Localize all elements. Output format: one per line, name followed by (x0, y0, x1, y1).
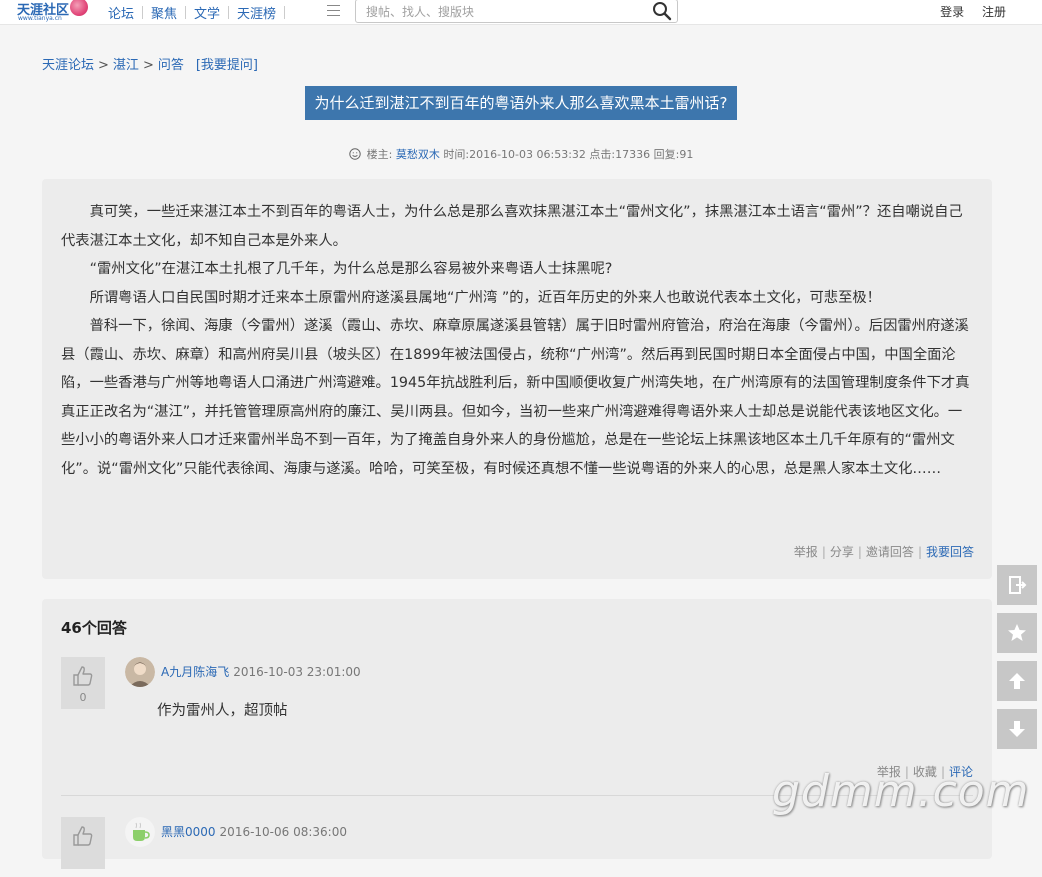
answer-time: 2016-10-06 08:36:00 (219, 825, 347, 839)
nav-ranking[interactable]: 天涯榜 (229, 3, 284, 22)
reply-count: 91 (679, 148, 694, 161)
favorite-button[interactable] (997, 613, 1037, 653)
vote-count: 0 (79, 691, 87, 704)
post-paragraph: 所谓粤语人口自民国时期才迁来本土原雷州府遂溪县属地“广州湾 ”的，近百年历史的外… (89, 289, 881, 306)
exit-button[interactable] (997, 565, 1037, 605)
breadcrumb-separator: > (142, 58, 154, 73)
top-bar: 天涯社区 www.tianya.cn 论坛 聚焦 文学 天涯榜 登录 注册 (0, 0, 1042, 25)
breadcrumb-forum[interactable]: 天涯论坛 (42, 58, 94, 73)
click-count: 17336 (615, 148, 651, 161)
search-input[interactable] (364, 3, 648, 21)
post-actions: 举报 | 分享 | 邀请回答 | 我要回答 (793, 545, 974, 559)
answer-username[interactable]: 黑黑0000 (161, 825, 216, 839)
replies-label: 回复: (653, 148, 680, 161)
answers-section: 46个回答 0 A九月陈海飞 2016-10-03 23:01:00 作为雷州人，… (42, 599, 992, 869)
invite-answer-link[interactable]: 邀请回答 (866, 545, 914, 559)
thumbs-up-icon (73, 826, 93, 846)
share-link[interactable]: 分享 (830, 545, 854, 559)
login-link[interactable]: 登录 (940, 5, 964, 19)
page-title: 为什么迁到湛江不到百年的粤语外来人那么喜欢黑本土雷州话? (304, 86, 738, 120)
answer-text: 作为雷州人，超顶帖 (157, 703, 288, 719)
scroll-top-button[interactable] (997, 661, 1037, 701)
star-icon (1008, 624, 1026, 641)
question-post: 真可笑，一些迁来湛江本土不到百年的粤语人士，为什么总是那么喜欢抹黑湛江本土“雷州… (42, 179, 992, 579)
answer-time: 2016-10-03 23:01:00 (233, 665, 361, 679)
register-link[interactable]: 注册 (982, 5, 1006, 19)
answer-item: 黑黑0000 2016-10-06 08:36:00 (61, 817, 973, 877)
clicks-label: 点击: (589, 148, 616, 161)
post-time: 2016-10-03 06:53:32 (469, 148, 586, 161)
post-body: 真可笑，一些迁来湛江本土不到百年的粤语人士，为什么总是那么喜欢抹黑湛江本土“雷州… (61, 198, 975, 483)
smiley-icon (348, 148, 361, 160)
nav-divider (284, 5, 286, 19)
post-paragraph: 普科一下，徐闻、海康（今雷州）遂溪（霞山、赤坎、麻章原属遂溪县管辖）属于旧时雷州… (61, 318, 970, 477)
account-links: 登录 注册 (926, 3, 1006, 20)
logo-sub: www.tianya.cn (18, 15, 62, 22)
menu-icon[interactable] (327, 5, 340, 17)
search-box (355, 0, 678, 23)
arrow-up-icon (1009, 673, 1025, 689)
time-label: 时间: (443, 148, 470, 161)
main-nav: 论坛 聚焦 文学 天涯榜 (100, 0, 286, 24)
watermark: gdmm.com (772, 766, 1030, 817)
post-paragraph: “雷州文化”在湛江本土扎根了几千年，为什么总是那么容易被外来粤语人士抹黑呢? (89, 261, 613, 277)
thumbs-up-icon (73, 666, 93, 686)
post-paragraph: 真可笑，一些迁来湛江本土不到百年的粤语人士，为什么总是那么喜欢抹黑湛江本土“雷州… (61, 204, 963, 249)
report-link[interactable]: 举报 (794, 545, 818, 559)
avatar[interactable] (125, 657, 155, 687)
author-link[interactable]: 莫愁双木 (396, 148, 440, 161)
answer-link[interactable]: 我要回答 (926, 545, 974, 559)
post-meta: 楼主: 莫愁双木 时间:2016-10-03 06:53:32 点击:17336… (0, 146, 1042, 162)
breadcrumb: 天涯论坛 > 湛江 > 问答 [我要提问] (42, 54, 258, 73)
upvote-button[interactable] (61, 817, 105, 869)
answer-username[interactable]: A九月陈海飞 (161, 665, 229, 679)
answer-header: A九月陈海飞 2016-10-03 23:01:00 (161, 663, 361, 680)
scroll-bottom-button[interactable] (997, 709, 1037, 749)
answers-count: 46个回答 (61, 619, 127, 637)
avatar[interactable] (125, 817, 155, 847)
title-wrap: 为什么迁到湛江不到百年的粤语外来人那么喜欢黑本土雷州话? (0, 86, 1042, 120)
breadcrumb-zhanjiang[interactable]: 湛江 (113, 58, 139, 73)
answer-header: 黑黑0000 2016-10-06 08:36:00 (161, 823, 347, 840)
nav-focus[interactable]: 聚焦 (143, 3, 185, 22)
nav-forum[interactable]: 论坛 (100, 3, 142, 22)
ask-question-link[interactable]: [我要提问] (196, 58, 258, 73)
arrow-down-icon (1009, 721, 1025, 737)
side-toolbar (997, 565, 1037, 757)
upvote-button[interactable]: 0 (61, 657, 105, 709)
breadcrumb-qa[interactable]: 问答 (158, 58, 184, 73)
logo-mark-icon (70, 0, 88, 16)
exit-icon (1009, 576, 1027, 594)
site-logo[interactable]: 天涯社区 www.tianya.cn (17, 0, 89, 24)
author-label: 楼主: (366, 148, 393, 161)
search-icon[interactable] (652, 1, 672, 21)
breadcrumb-separator: > (98, 58, 109, 73)
nav-literature[interactable]: 文学 (186, 3, 228, 22)
